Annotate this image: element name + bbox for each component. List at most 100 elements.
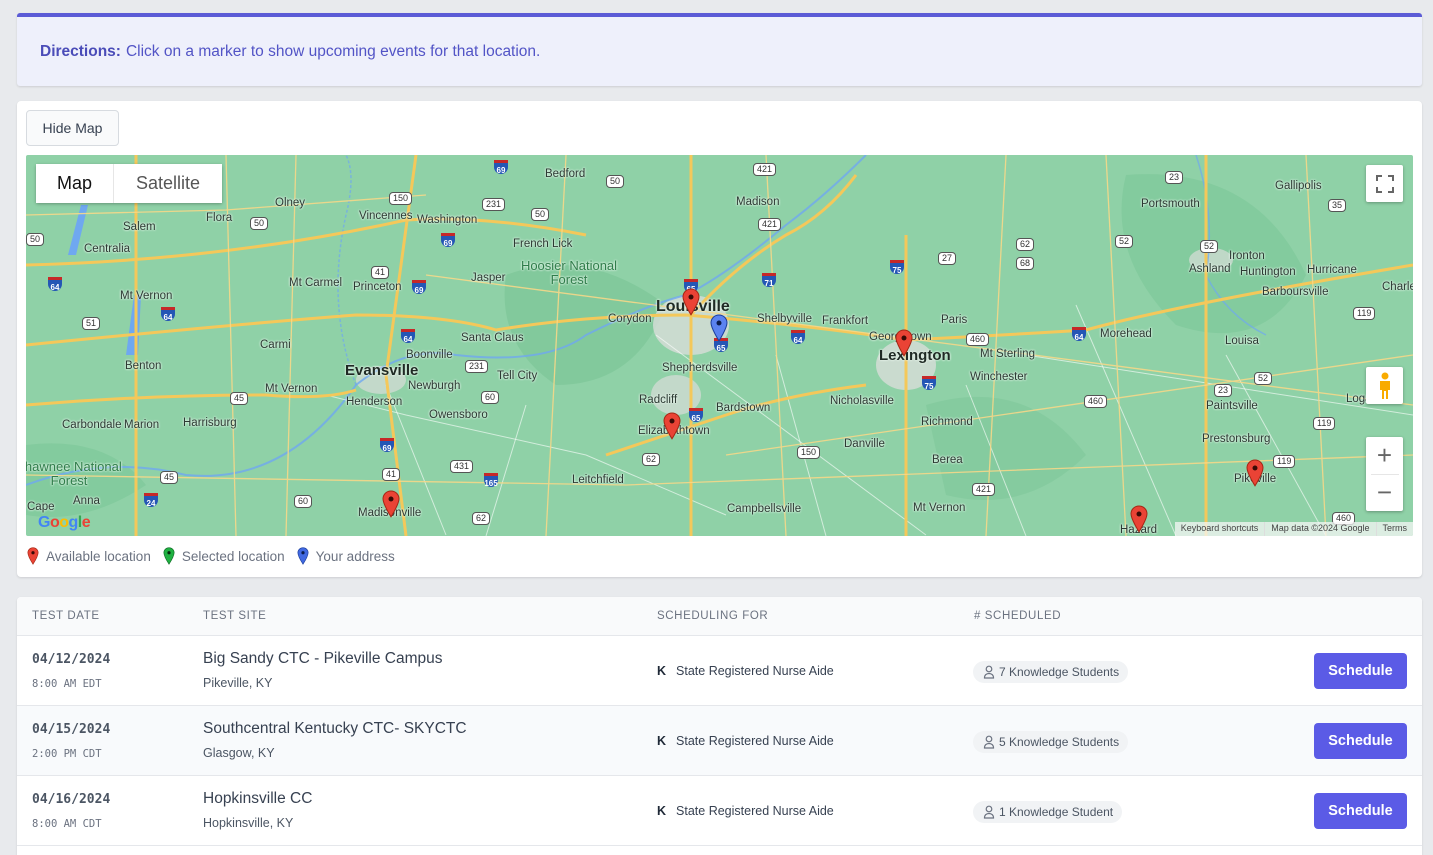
events-table: TEST DATE TEST SITE SCHEDULING FOR # SCH…: [17, 597, 1422, 855]
map-city-label: Olney: [275, 197, 306, 209]
map-type-control: Map Satellite: [36, 164, 223, 203]
route-shield: 62: [1016, 238, 1035, 251]
map-city-label: Benton: [125, 360, 162, 372]
route-shield: 119: [1273, 455, 1296, 468]
map-marker-available[interactable]: [1246, 459, 1264, 487]
route-shield: 231: [482, 198, 506, 211]
map-marker-available[interactable]: [663, 412, 681, 440]
legend-label: Selected location: [181, 548, 285, 564]
test-site-name: Big Sandy CTC - Pikeville Campus: [203, 650, 443, 667]
map-forest-label: Hoosier National Forest: [520, 258, 618, 287]
map-legend: Available location Selected location You…: [27, 547, 407, 565]
map-city-label: Corydon: [608, 313, 652, 325]
map-city-label: Charle: [1382, 281, 1413, 293]
route-shield: 421: [758, 218, 782, 231]
zoom-in-button[interactable]: +: [1366, 437, 1403, 474]
street-view-button[interactable]: [1366, 367, 1403, 404]
map-city-label: Madison: [736, 196, 780, 208]
terms-link[interactable]: Terms: [1375, 522, 1414, 536]
map-city-label: Bedford: [545, 168, 586, 180]
map-marker-available[interactable]: [382, 490, 400, 518]
map-city-label: Paris: [941, 314, 968, 326]
route-shield: 460: [966, 333, 990, 346]
map-city-label: Nicholasville: [830, 395, 894, 407]
interstate-shield: 64: [1072, 327, 1086, 342]
map-marker-available[interactable]: [682, 288, 700, 316]
legend-item-address: Your address: [297, 547, 395, 565]
directions-text: Click on a marker to show upcoming event…: [125, 42, 541, 60]
scheduled-count-badge: 1 Knowledge Student: [973, 801, 1123, 823]
table-row: 04/15/2024 2:00 PM CDT Southcentral Kent…: [17, 706, 1422, 776]
test-type-letter: K: [657, 734, 667, 748]
red-marker-icon: [27, 547, 39, 565]
route-shield: 50: [26, 233, 45, 246]
map-city-label: Shepherdsville: [662, 362, 738, 374]
green-marker-icon: [163, 547, 175, 565]
scheduled-count: 5 Knowledge Students: [999, 735, 1120, 749]
map-city-label: Barboursville: [1262, 286, 1329, 298]
map-city-label: Mt Vernon: [120, 290, 173, 302]
map-city-label: Ironton: [1229, 250, 1265, 262]
map-canvas[interactable]: Map Satellite Olney Flora Salem Centrali…: [26, 155, 1413, 536]
test-time: 8:00 AM EDT: [32, 678, 102, 690]
map-city-label: Princeton: [353, 281, 402, 293]
map-city-label: Santa Claus: [461, 332, 524, 344]
test-site-name: Southcentral Kentucky CTC- SKYCTC: [203, 720, 467, 737]
schedule-button[interactable]: Schedule: [1314, 653, 1407, 689]
route-shield: 150: [389, 192, 413, 205]
map-marker-available[interactable]: [1130, 505, 1148, 533]
test-site-city: Hopkinsville, KY: [203, 816, 294, 830]
route-shield: 62: [642, 453, 661, 466]
test-type-letter: K: [657, 664, 667, 678]
directions-label: Directions:: [40, 42, 121, 60]
map-type-satellite-button[interactable]: Satellite: [113, 164, 223, 203]
route-shield: 52: [1254, 372, 1273, 385]
map-city-label: Cape: [27, 501, 55, 513]
interstate-shield: 64: [161, 307, 175, 322]
interstate-shield: 165: [484, 473, 498, 488]
street-view-pegman-icon: [1379, 372, 1390, 399]
route-shield: 119: [1353, 307, 1376, 320]
map-city-label: Mt Carmel: [289, 277, 343, 289]
fullscreen-button[interactable]: [1366, 165, 1403, 202]
map-marker-available[interactable]: [895, 329, 913, 357]
route-shield: 431: [450, 460, 474, 473]
route-shield: 45: [230, 392, 249, 405]
keyboard-shortcuts-link[interactable]: Keyboard shortcuts: [1175, 522, 1265, 536]
map-city-label: French Lick: [513, 238, 573, 250]
route-shield: 52: [1115, 235, 1134, 248]
map-forest-label: Shawnee National Forest: [26, 459, 122, 488]
route-shield: 50: [531, 208, 550, 221]
user-icon: [983, 665, 995, 679]
map-city-label: Shelbyville: [757, 313, 812, 325]
map-city-label: Richmond: [921, 416, 973, 428]
scheduling-for: K State Registered Nurse Aide: [657, 664, 834, 678]
legend-label: Your address: [315, 548, 395, 564]
map-city-label: Portsmouth: [1141, 198, 1200, 210]
scheduled-count-badge: 5 Knowledge Students: [973, 731, 1129, 753]
map-city-label: Vincennes: [359, 210, 413, 222]
schedule-button[interactable]: Schedule: [1314, 723, 1407, 759]
route-shield: 60: [294, 495, 313, 508]
scheduled-count: 7 Knowledge Students: [999, 665, 1120, 679]
interstate-shield: 69: [412, 280, 426, 295]
map-type-map-button[interactable]: Map: [36, 164, 114, 203]
map-city-label: Centralia: [84, 243, 131, 255]
map-city-label: Boonville: [406, 349, 453, 361]
schedule-button[interactable]: Schedule: [1314, 793, 1407, 829]
google-logo: Google: [38, 514, 91, 531]
program-name: State Registered Nurse Aide: [676, 734, 834, 748]
column-header-scheduled: # SCHEDULED: [974, 610, 1062, 622]
legend-label: Available location: [46, 548, 151, 564]
test-date: 04/15/2024: [32, 722, 111, 737]
hide-map-button[interactable]: Hide Map: [26, 110, 119, 146]
map-marker-your-address[interactable]: [710, 314, 728, 342]
map-city-label: Tell City: [497, 370, 538, 382]
test-date: 04/16/2024: [32, 792, 111, 807]
route-shield: 41: [382, 468, 401, 481]
zoom-out-button[interactable]: −: [1366, 474, 1403, 511]
interstate-shield: 69: [441, 233, 455, 248]
zoom-out-icon: −: [1376, 477, 1393, 508]
map-city-label: Louisa: [1225, 335, 1259, 347]
map-city-label: Lexington: [879, 347, 951, 364]
